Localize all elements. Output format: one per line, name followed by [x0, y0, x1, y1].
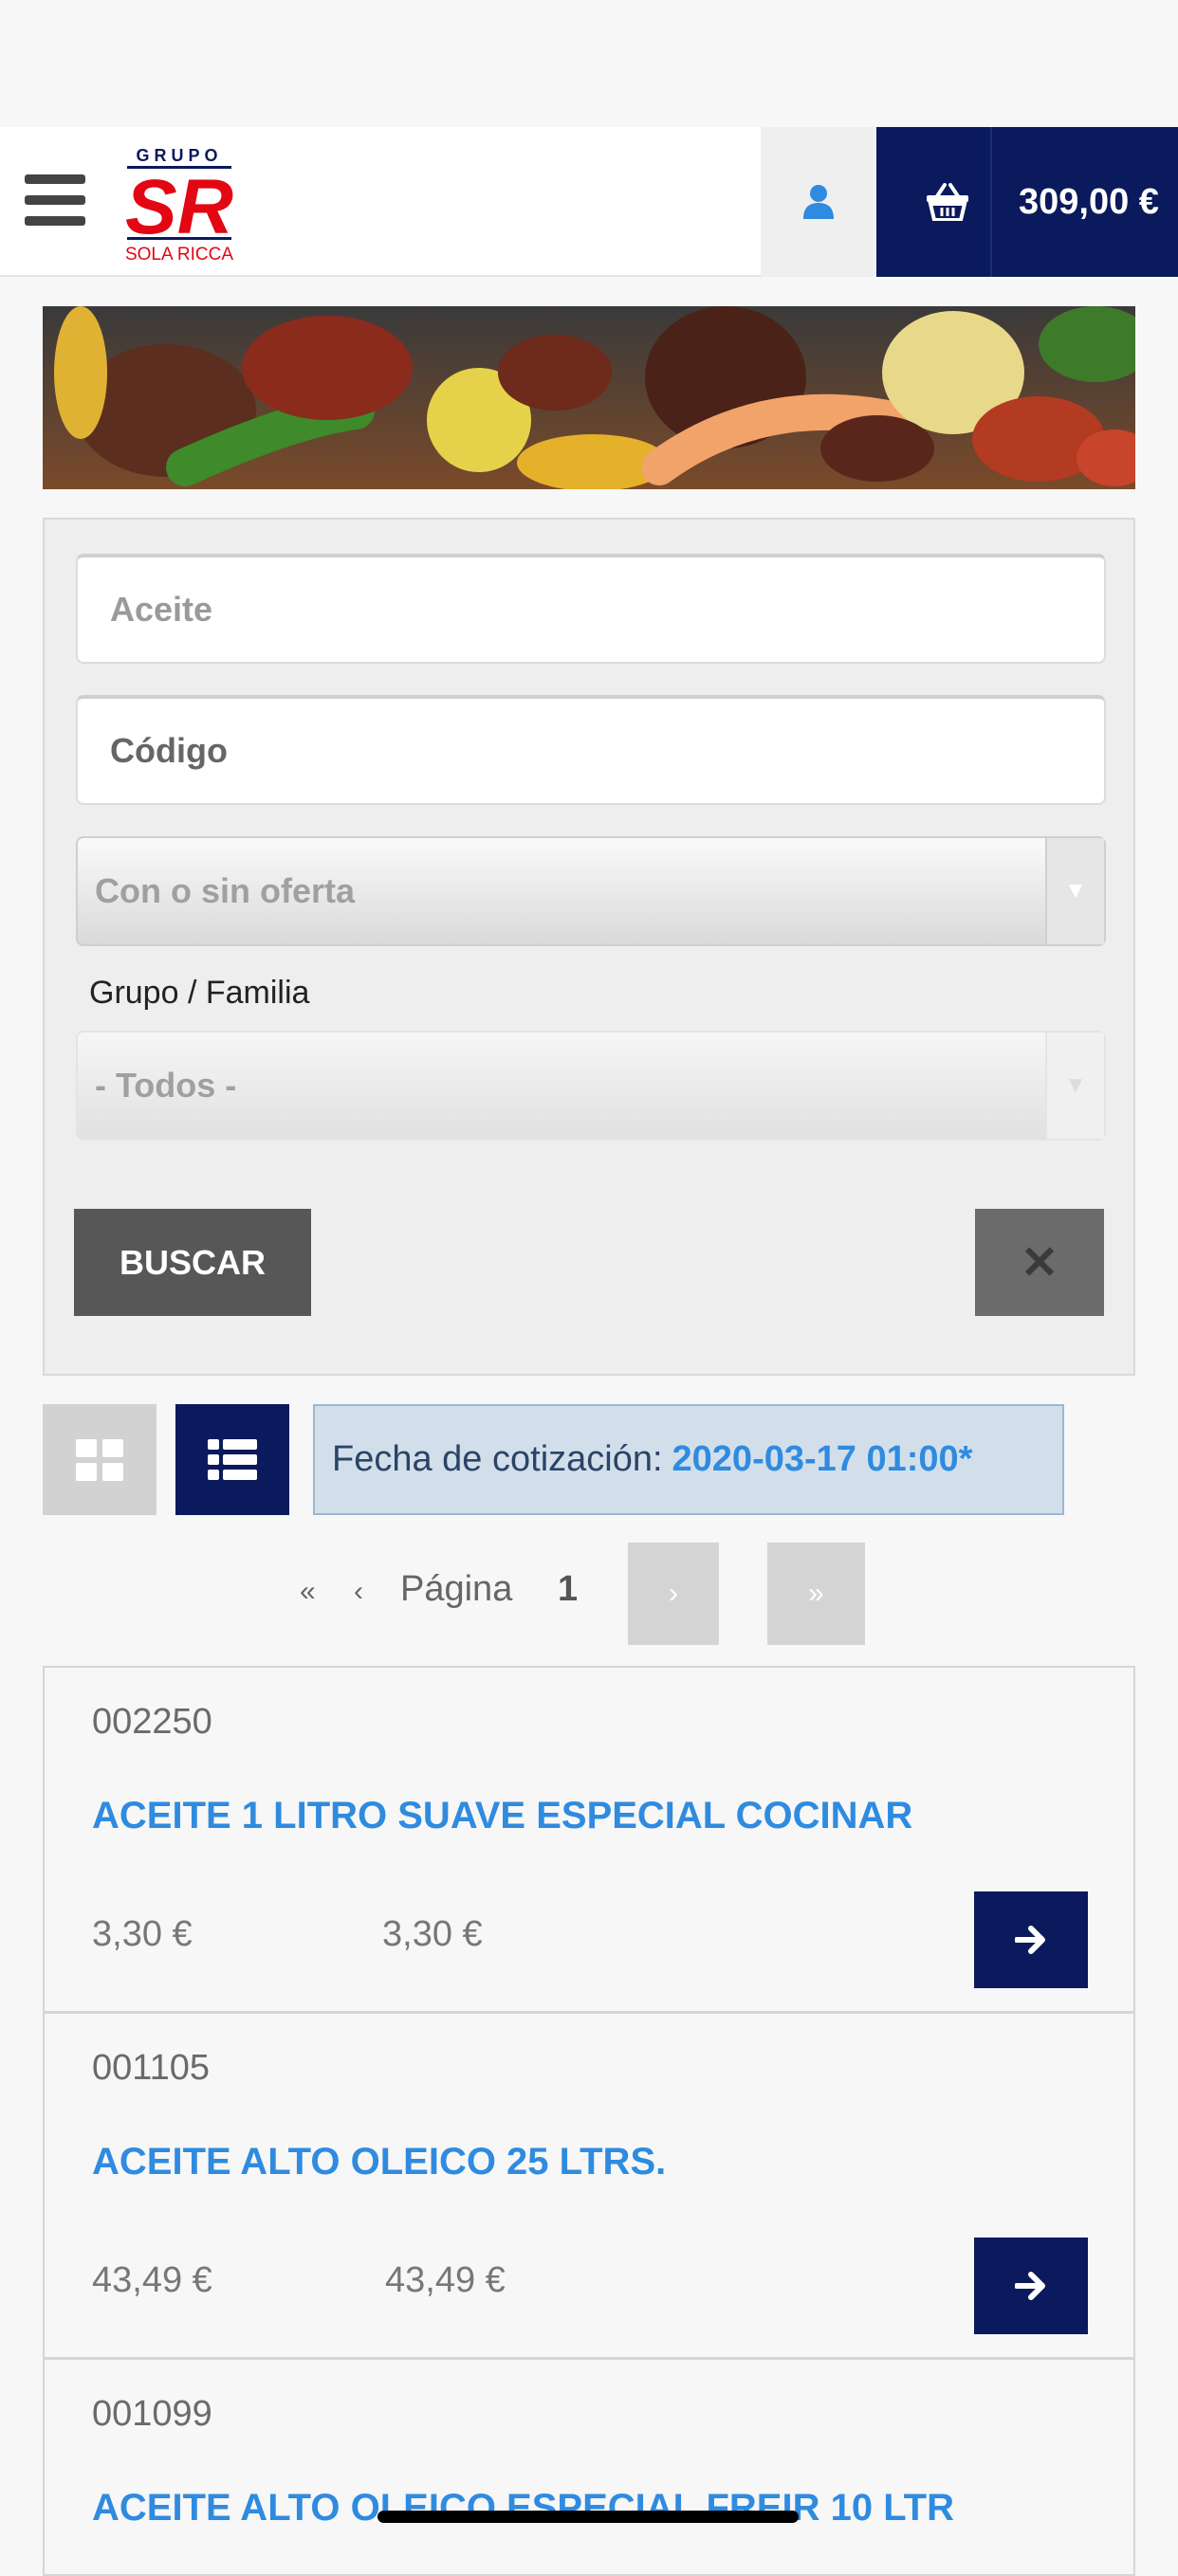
product-item: 001099 ACEITE ALTO OLEICO ESPECIAL FREIR… [43, 2358, 1135, 2576]
product-name-link[interactable]: ACEITE ALTO OLEICO ESPECIAL FREIR 10 LTR [92, 2487, 954, 2530]
group-label: Grupo / Familia [89, 975, 310, 1011]
svg-text:GRUPO: GRUPO [136, 146, 222, 165]
list-view-button[interactable] [175, 1404, 289, 1515]
svg-text:SOLA RICCA: SOLA RICCA [125, 245, 233, 264]
product-name-link[interactable]: ACEITE ALTO OLEICO 25 LTRS. [92, 2141, 666, 2183]
product-price-offer: 43,49 € [385, 2260, 506, 2300]
grid-view-icon [76, 1438, 123, 1481]
product-price-offer: 3,30 € [382, 1914, 483, 1954]
prev-page-link[interactable]: ‹ [354, 1576, 363, 1608]
arrow-right-icon [1015, 2272, 1045, 2300]
quote-date-box: Fecha de cotización: 2020-03-17 01:00* [313, 1404, 1064, 1515]
next-page-button[interactable]: › [628, 1543, 719, 1645]
search-panel: Aceite Código Con o sin oferta ▼ Grupo /… [43, 518, 1135, 1376]
chevron-down-icon: ▼ [1045, 1032, 1104, 1139]
last-page-button[interactable]: » [767, 1543, 865, 1645]
product-code: 001105 [92, 2048, 210, 2088]
user-icon [803, 185, 834, 219]
product-price: 3,30 € [92, 1914, 193, 1954]
cart-total: 309,00 € [1019, 181, 1159, 222]
list-view-icon [208, 1438, 257, 1480]
group-select[interactable]: - Todos - ▼ [76, 1031, 1106, 1141]
offer-select[interactable]: Con o sin oferta ▼ [76, 836, 1106, 946]
home-indicator[interactable] [377, 2511, 799, 2523]
quote-date-label: Fecha de cotización: [332, 1439, 663, 1479]
product-name-link[interactable]: ACEITE 1 LITRO SUAVE ESPECIAL COCINAR [92, 1795, 912, 1837]
clear-button[interactable]: ✕ [975, 1209, 1104, 1316]
product-detail-button[interactable] [974, 1891, 1088, 1988]
code-input[interactable]: Código [76, 695, 1106, 805]
menu-icon[interactable] [25, 174, 85, 226]
arrow-right-icon [1015, 1926, 1045, 1954]
account-button[interactable] [761, 127, 876, 277]
product-code: 002250 [92, 1702, 212, 1742]
bbq-banner-image [43, 306, 1135, 489]
search-input[interactable]: Aceite [76, 554, 1106, 664]
product-code: 001099 [92, 2394, 212, 2434]
first-page-link[interactable]: « [300, 1576, 316, 1608]
quote-date-value: 2020-03-17 01:00* [672, 1439, 973, 1479]
current-page: 1 [558, 1569, 579, 1609]
cart-button[interactable]: 309,00 € [876, 127, 1178, 277]
brand-logo[interactable]: GRUPO SR SOLA RICCA [108, 140, 250, 265]
top-header: GRUPO SR SOLA RICCA 309,00 € [0, 127, 1178, 277]
product-item: 001105 ACEITE ALTO OLEICO 25 LTRS. 43,49… [43, 2012, 1135, 2359]
chevron-down-icon: ▼ [1045, 838, 1104, 944]
search-button[interactable]: BUSCAR [74, 1209, 311, 1316]
page-label: Página [400, 1569, 513, 1609]
close-icon: ✕ [1020, 1237, 1059, 1288]
basket-icon [905, 127, 992, 277]
product-price: 43,49 € [92, 2260, 212, 2300]
product-item: 002250 ACEITE 1 LITRO SUAVE ESPECIAL COC… [43, 1666, 1135, 2013]
grid-view-button[interactable] [43, 1404, 156, 1515]
product-detail-button[interactable] [974, 2238, 1088, 2334]
